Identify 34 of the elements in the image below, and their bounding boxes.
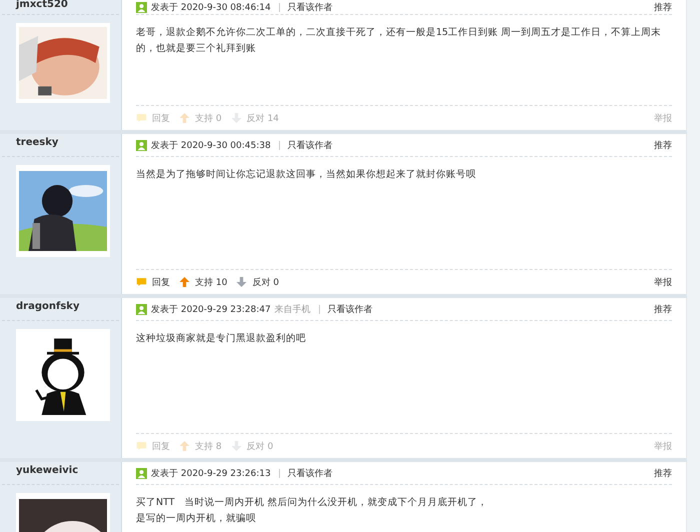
speech-bubble-icon <box>136 441 147 451</box>
post-text: 买了NTT 当时说一周内开机 然后问为什么没开机，就变成下个月月底开机了， <box>136 496 489 510</box>
down-arrow-icon <box>236 277 248 287</box>
oppose-link[interactable]: 反对 0 <box>252 276 279 288</box>
author-only-link[interactable]: 只看该作者 <box>288 138 333 152</box>
recommend-link[interactable]: 推荐 <box>654 138 672 152</box>
post-text: 当然是为了拖够时间让你忘记退款这回事，当然如果你想起来了就封你账号呗 <box>136 168 477 182</box>
username[interactable]: treesky <box>2 134 119 157</box>
up-arrow-icon <box>179 441 190 451</box>
author-only-link[interactable]: 只看该作者 <box>288 0 333 14</box>
support-link[interactable]: 支持 10 <box>195 276 228 288</box>
report-link[interactable]: 举报 <box>654 276 672 288</box>
recommend-link[interactable]: 推荐 <box>654 0 672 14</box>
username[interactable]: dragonfsky <box>2 298 119 321</box>
post-text: 是写的一周内开机，就骗呗 <box>136 512 257 526</box>
reply-link[interactable]: 回复 <box>152 276 170 288</box>
post-text: 这种垃圾商家就是专门黑退款盈利的吧 <box>136 332 307 346</box>
author-only-link[interactable]: 只看该作者 <box>288 466 333 480</box>
post-date: 发表于 2020-9-29 23:26:13 <box>151 468 271 480</box>
up-arrow-icon <box>179 277 190 287</box>
author-only-link[interactable]: 只看该作者 <box>328 302 373 316</box>
user-icon <box>136 140 147 150</box>
up-arrow-icon <box>179 113 190 123</box>
user-icon <box>136 304 147 314</box>
post-source: 来自手机 <box>274 304 311 316</box>
post-date: 发表于 2020-9-29 23:28:47 <box>151 304 271 316</box>
speech-bubble-icon <box>136 113 147 123</box>
post-date: 发表于 2020-9-30 08:46:14 <box>151 2 271 14</box>
post-text: 老哥，退款企鹅不允许你二次工单的，二次直接干死了，还有一般是15工作日到账 周一到周五才是工作日，不算上周末的，也就是要三个礼拜到账 <box>136 26 662 56</box>
speech-bubble-icon <box>136 277 147 287</box>
recommend-link[interactable]: 推荐 <box>654 302 672 316</box>
recommend-link[interactable]: 推荐 <box>654 466 672 480</box>
post-date: 发表于 2020-9-30 00:45:38 <box>151 140 271 152</box>
user-icon <box>136 468 147 478</box>
